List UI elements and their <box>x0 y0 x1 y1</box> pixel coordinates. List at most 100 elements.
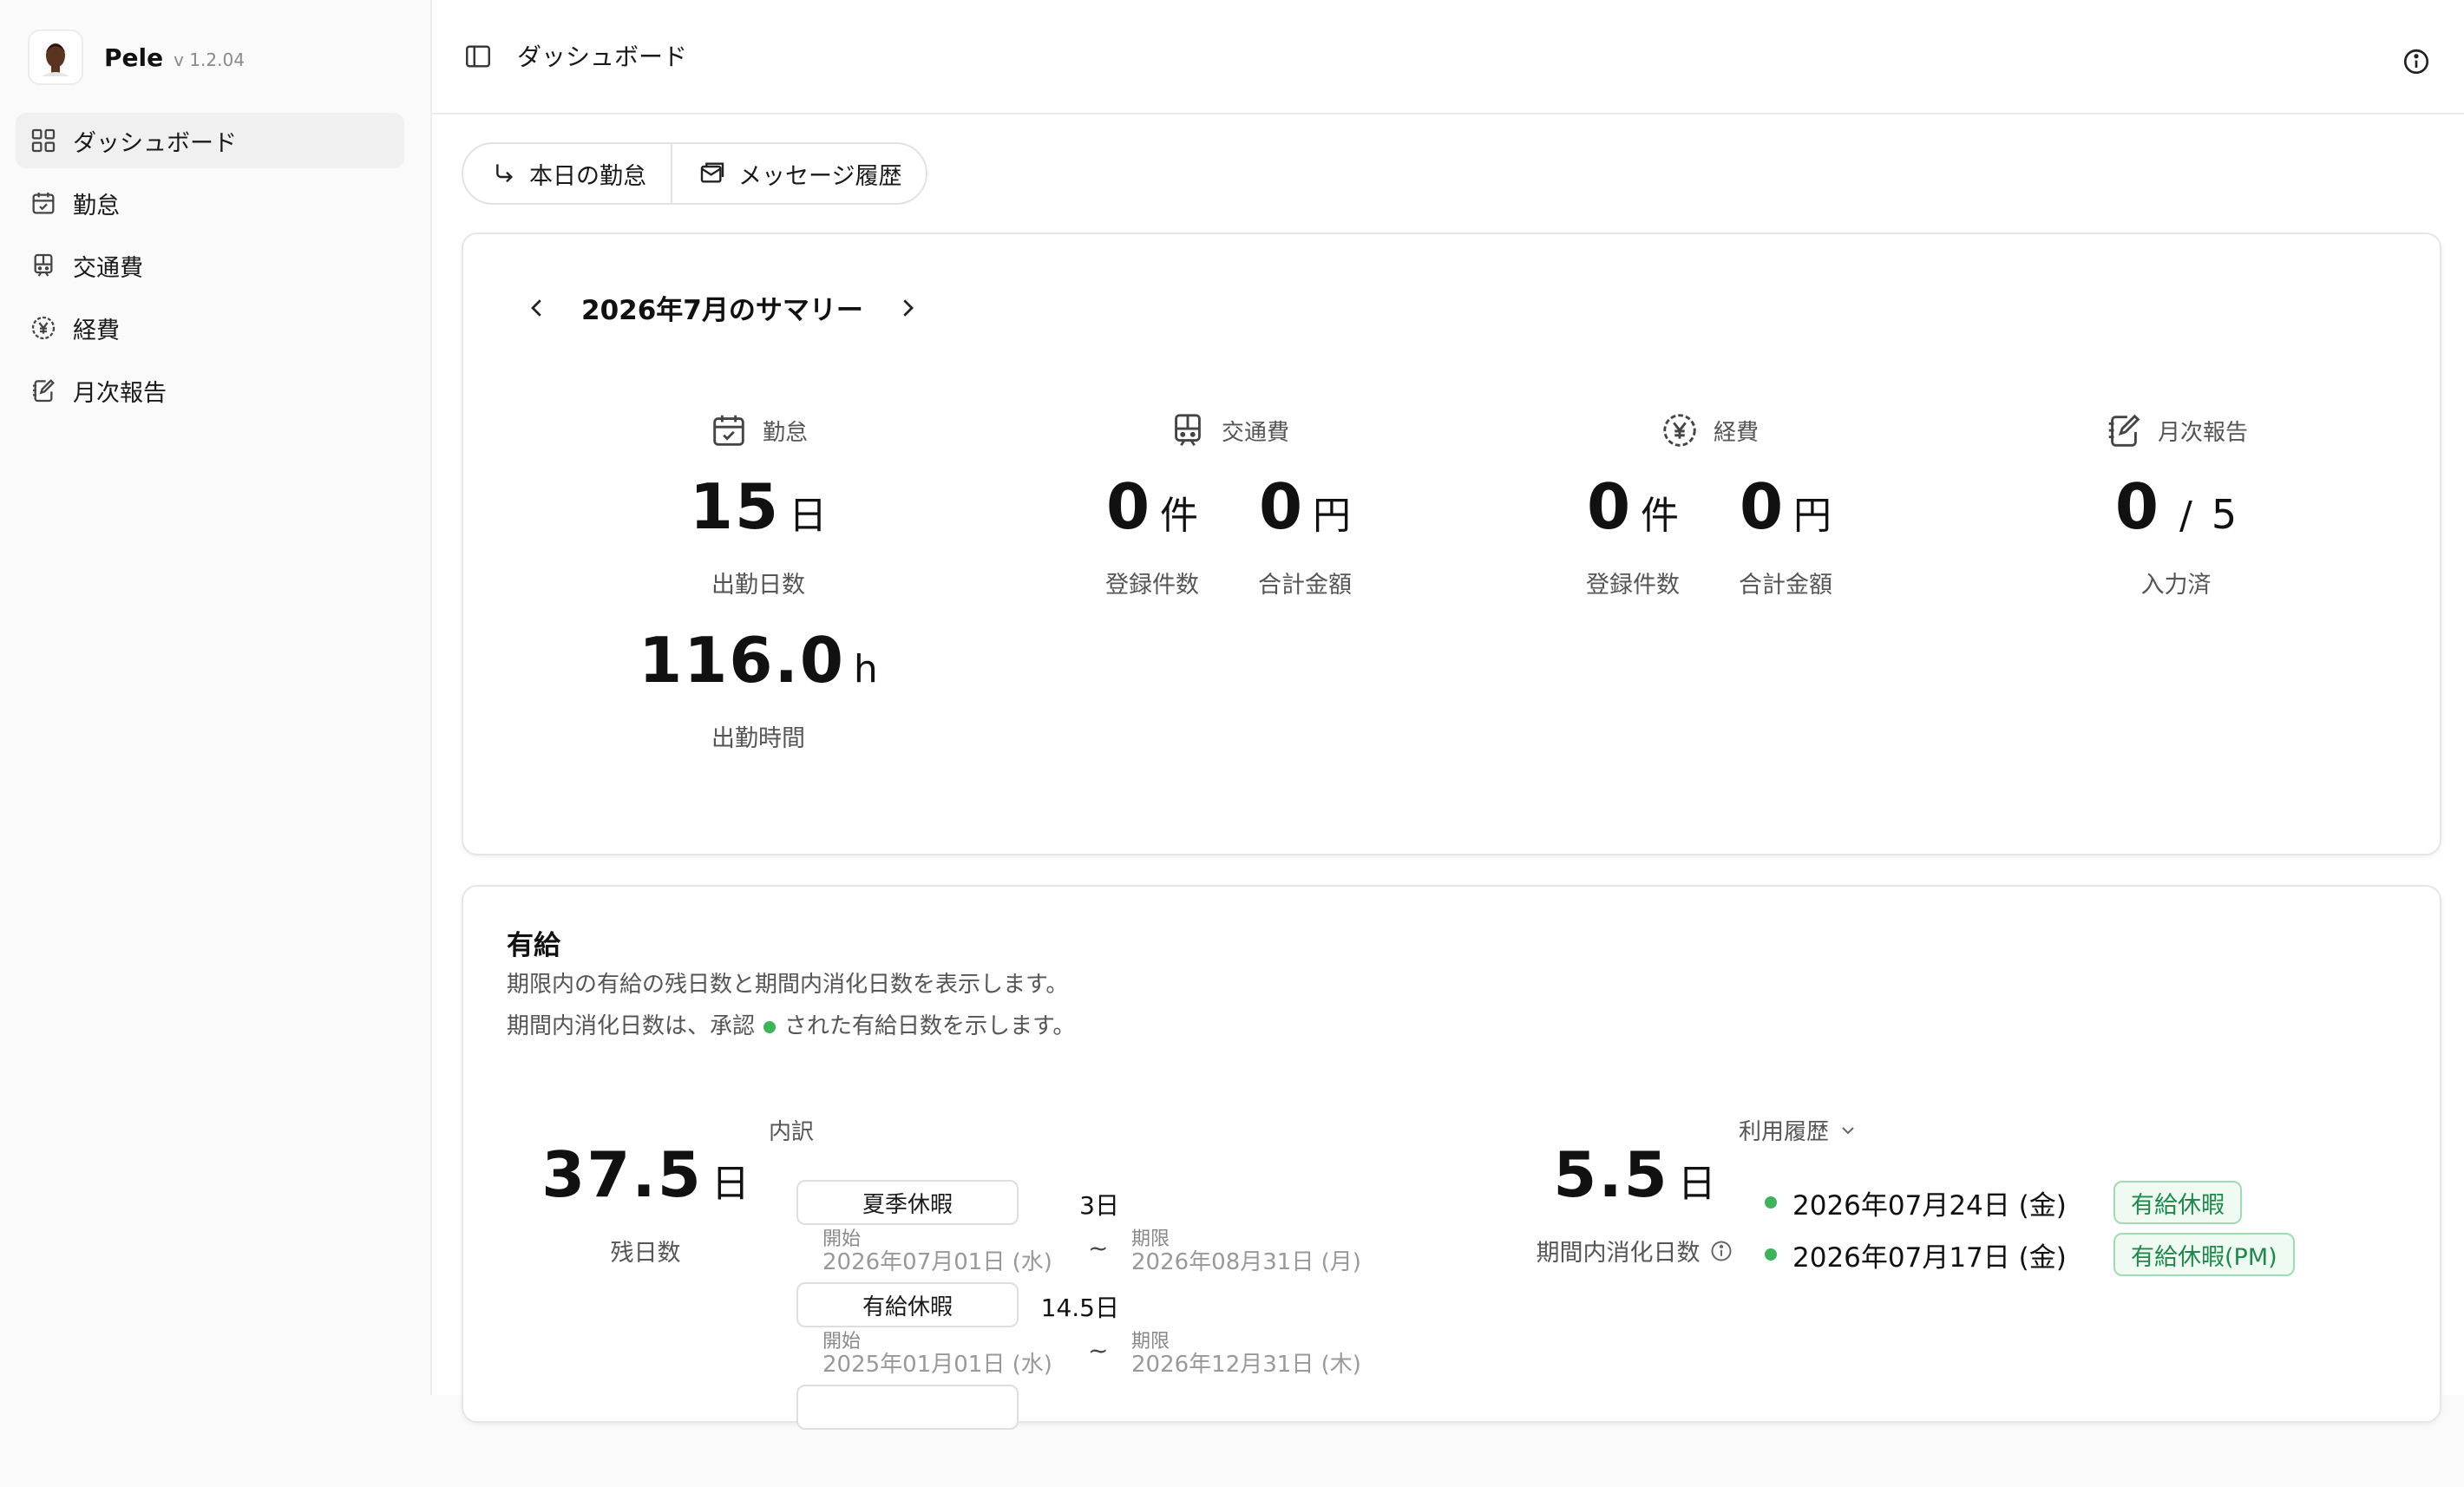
notebook-edit-icon <box>29 377 57 404</box>
chevron-right-icon[interactable] <box>895 295 921 321</box>
avatar <box>28 29 83 85</box>
consumed-days-label: 期間内消化日数 <box>1536 1240 1701 1267</box>
transport-amount-value: 0 <box>1258 470 1305 543</box>
avatar-face-icon <box>42 43 69 76</box>
tab-today-attendance[interactable]: 本日の勤怠 <box>463 144 671 203</box>
quick-tabs: 本日の勤怠 メッセージ履歴 <box>462 142 928 205</box>
expense-count-stat: 0件 登録件数 <box>1586 470 1680 599</box>
sidebar-item-label: 勤怠 <box>73 192 120 219</box>
transport-count-label: 登録件数 <box>1105 572 1199 599</box>
leave-type-pill: 夏季休暇 <box>796 1180 1019 1225</box>
history-date: 2026年07月17日 (金) <box>1792 1241 2067 1274</box>
app-version: v 1.2.04 <box>174 49 245 70</box>
breakdown-item: 有給休暇 14.5日 開始 2025年01月01日 (水) ~ 期限 2026年… <box>796 1282 1456 1385</box>
description-text: 期間内消化日数は、承認 <box>507 1013 756 1039</box>
range-tilde: ~ <box>1088 1336 1109 1365</box>
info-icon[interactable] <box>2402 47 2431 76</box>
main-content: ダッシュボード 本日の勤怠 メッセージ履歴 2026年7月のサマリー 勤怠 15… <box>430 0 2464 1430</box>
usage-history-label: 利用履歴 <box>1739 1119 1830 1145</box>
consumed-days-unit: 日 <box>1677 1162 1716 1206</box>
notebook-edit-icon <box>2104 410 2158 450</box>
chevron-left-icon[interactable] <box>524 295 550 321</box>
transport-amount-unit: 円 <box>1313 494 1352 538</box>
expense-count-label: 登録件数 <box>1586 572 1680 599</box>
transport-amount-stat: 0円 合計金額 <box>1258 470 1352 599</box>
end-date: 2026年08月31日 (月) <box>1131 1249 1361 1275</box>
leave-type-badge: 有給休暇(PM) <box>2113 1233 2295 1276</box>
expense-count-unit: 件 <box>1641 494 1680 538</box>
expense-amount-label: 合計金額 <box>1739 572 1832 599</box>
sidebar-toggle-icon[interactable] <box>463 42 493 71</box>
yen-circle-icon <box>1660 410 1714 450</box>
attendance-hours-unit: h <box>853 647 878 691</box>
info-icon[interactable] <box>1701 1239 1733 1263</box>
sidebar-nav: ダッシュボード 勤怠 交通費 経費 月次報告 <box>16 113 404 425</box>
expense-count-value: 0 <box>1586 470 1633 543</box>
paid-leave-title: 有給 <box>507 930 560 961</box>
remaining-days-label: 残日数 <box>610 1240 681 1267</box>
transport-count-stat: 0件 登録件数 <box>1105 470 1199 599</box>
description-text: された有給日数を示します。 <box>784 1013 1076 1039</box>
mail-open-icon <box>698 160 738 187</box>
sidebar-item-label: 経費 <box>73 317 120 344</box>
leave-type-pill: 有給休暇 <box>796 1282 1019 1327</box>
summary-card: 2026年7月のサマリー 勤怠 15 日 出勤日数 116.0 h 出勤時間 交… <box>462 233 2441 855</box>
brand[interactable]: Pele v 1.2.04 <box>28 29 245 85</box>
sidebar: Pele v 1.2.04 ダッシュボード 勤怠 交通費 経費 月次報告 <box>0 0 430 1395</box>
header: ダッシュボード <box>432 0 2464 115</box>
chevron-down-icon <box>1829 1120 1858 1141</box>
transport-count-unit: 件 <box>1160 494 1199 538</box>
approved-status-dot <box>763 1020 777 1033</box>
sidebar-item-expense[interactable]: 経費 <box>16 300 404 356</box>
summary-transport-label: 交通費 <box>1221 419 1289 446</box>
sidebar-item-label: 月次報告 <box>73 379 167 407</box>
consumed-days-label-row: 期間内消化日数 <box>1537 1234 1733 1268</box>
breakdown-item: 夏季休暇 3日 開始 2026年07月01日 (水) ~ 期限 2026年08月… <box>796 1180 1456 1282</box>
breakdown-item <box>796 1385 1456 1487</box>
page-title: ダッシュボード <box>517 43 688 71</box>
sidebar-item-transport[interactable]: 交通費 <box>16 238 404 293</box>
summary-transport-header: 交通費 <box>1012 408 1445 453</box>
grid-icon <box>29 127 57 154</box>
attendance-days-label: 出勤日数 <box>711 572 805 599</box>
monthly-report-done-value: 0 <box>2114 470 2160 543</box>
attendance-hours-label: 出勤時間 <box>711 725 805 752</box>
summary-expense-header: 経費 <box>1492 408 1926 453</box>
consumed-days-stat: 5.5 日 期間内消化日数 <box>1504 1138 1765 1268</box>
leave-days: 14.5日 <box>1040 1294 1119 1322</box>
summary-attendance-label: 勤怠 <box>762 419 808 446</box>
summary-attendance[interactable]: 勤怠 15 日 出勤日数 116.0 h 出勤時間 <box>541 408 975 753</box>
transport-count-value: 0 <box>1105 470 1152 543</box>
end-date: 2026年12月31日 (木) <box>1131 1352 1361 1378</box>
monthly-report-done-label: 入力済 <box>2140 572 2212 599</box>
leave-type-badge: 有給休暇 <box>2113 1181 2242 1224</box>
expense-amount-unit: 円 <box>1793 494 1832 538</box>
summary-attendance-header: 勤怠 <box>541 408 975 453</box>
summary-monthly-report[interactable]: 月次報告 0 / 5 入力済 <box>1959 408 2393 599</box>
usage-history-toggle[interactable]: 利用履歴 <box>1739 1114 1858 1146</box>
summary-title: 2026年7月のサマリー <box>581 295 863 326</box>
calendar-check-icon <box>29 189 57 217</box>
summary-expense-label: 経費 <box>1713 419 1759 446</box>
paid-leave-description: 期限内の有給の残日数と期間内消化日数を表示します。 <box>507 972 1069 998</box>
monthly-report-separator: / <box>2179 494 2192 538</box>
attendance-hours-value: 116.0 <box>639 624 845 697</box>
sidebar-item-monthly-report[interactable]: 月次報告 <box>16 363 404 418</box>
sidebar-item-dashboard[interactable]: ダッシュボード <box>16 113 404 168</box>
sidebar-item-attendance[interactable]: 勤怠 <box>16 175 404 231</box>
train-icon <box>1168 410 1222 450</box>
summary-expense[interactable]: 経費 0件 登録件数 0円 合計金額 <box>1492 408 1926 599</box>
approved-status-dot <box>1765 1196 1777 1209</box>
attendance-days-unit: 日 <box>789 494 828 538</box>
range-tilde: ~ <box>1088 1234 1109 1262</box>
remaining-days-stat: 37.5 日 残日数 <box>524 1138 767 1268</box>
history-row: 2026年07月24日 (金) 有給休暇 <box>1765 1180 2242 1225</box>
sidebar-item-label: 交通費 <box>73 254 143 282</box>
summary-monthly-report-header: 月次報告 <box>1959 408 2393 453</box>
train-icon <box>29 252 57 279</box>
remaining-days-value: 37.5 <box>541 1138 703 1211</box>
expense-amount-value: 0 <box>1739 470 1786 543</box>
summary-transport[interactable]: 交通費 0件 登録件数 0円 合計金額 <box>1012 408 1445 599</box>
tab-message-history[interactable]: メッセージ履歴 <box>671 144 926 203</box>
attendance-days-stat: 15 日 出勤日数 <box>690 470 827 599</box>
